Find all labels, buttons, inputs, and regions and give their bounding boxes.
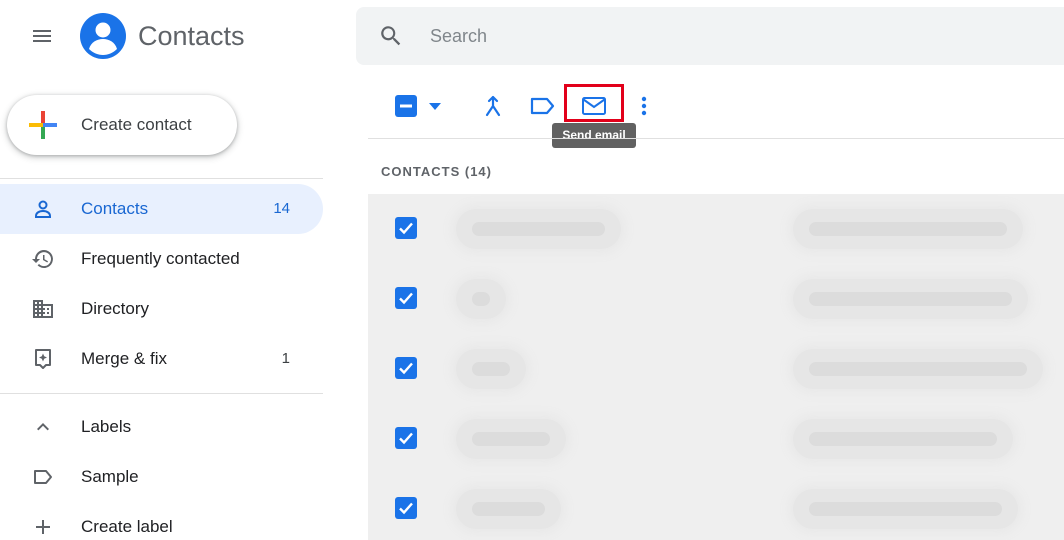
row-checkbox[interactable] (395, 497, 417, 519)
checkmark-icon (399, 502, 413, 515)
highlight-annotation-box (564, 84, 624, 122)
table-row[interactable] (368, 194, 1064, 264)
sidebar-item-merge-fix[interactable]: Merge & fix 1 (0, 334, 323, 384)
search-icon[interactable] (378, 23, 404, 49)
sidebar-divider (0, 178, 323, 179)
contacts-count-badge: 14 (273, 200, 290, 217)
checkmark-icon (399, 432, 413, 445)
row-checkbox[interactable] (395, 427, 417, 449)
redacted-name (456, 349, 526, 389)
row-checkbox[interactable] (395, 217, 417, 239)
sidebar-item-label: Contacts (81, 199, 149, 218)
main-menu-button[interactable] (18, 12, 66, 60)
merge-fix-count-badge: 1 (281, 350, 290, 367)
more-actions-button[interactable] (624, 86, 664, 126)
checkmark-icon (399, 292, 413, 305)
checkmark-icon (399, 222, 413, 235)
sidebar-item-contacts[interactable]: Contacts 14 (0, 184, 323, 234)
merge-icon (485, 95, 501, 117)
create-contact-label: Create contact (81, 115, 192, 134)
sidebar-item-label: Directory (81, 299, 150, 318)
row-checkbox[interactable] (395, 357, 417, 379)
redacted-name (456, 279, 506, 319)
table-row[interactable] (368, 474, 1064, 540)
chevron-up-icon (37, 423, 49, 431)
plus-icon (36, 520, 50, 534)
caret-down-icon (429, 103, 441, 110)
redacted-email (793, 489, 1018, 529)
create-label-button[interactable]: Create label (0, 502, 323, 540)
hamburger-menu-icon (33, 30, 51, 42)
sidebar-item-label: Frequently contacted (81, 249, 240, 268)
redacted-email (793, 419, 1013, 459)
toolbar-divider (368, 138, 1064, 139)
redacted-email (793, 279, 1028, 319)
redacted-name (456, 209, 621, 249)
sidebar-item-label: Sample (81, 467, 139, 486)
redacted-email (793, 209, 1023, 249)
checkmark-icon (399, 362, 413, 375)
create-contact-button[interactable]: Create contact (7, 95, 237, 155)
sidebar-item-directory[interactable]: Directory (0, 284, 323, 334)
redacted-name (456, 419, 566, 459)
labels-header: Labels (81, 417, 132, 436)
selection-dropdown-button[interactable] (420, 86, 450, 126)
send-email-tooltip: Send email (552, 123, 636, 148)
search-bar[interactable] (356, 7, 1064, 65)
redacted-name (456, 489, 561, 529)
building-icon (33, 300, 53, 318)
history-icon (32, 250, 53, 268)
contacts-logo-icon (80, 13, 126, 59)
search-input[interactable] (430, 21, 1030, 51)
person-icon (35, 200, 51, 218)
sidebar-item-frequently-contacted[interactable]: Frequently contacted (0, 234, 323, 284)
sidebar-item-label-sample[interactable]: Sample (0, 452, 323, 502)
sidebar-divider (0, 393, 323, 394)
contacts-list (368, 194, 1064, 540)
sidebar-item-label: Merge & fix (81, 349, 167, 368)
table-row[interactable] (368, 334, 1064, 404)
merge-fix-icon (35, 349, 51, 369)
more-vert-icon (641, 96, 647, 116)
table-row[interactable] (368, 404, 1064, 474)
colorful-plus-icon (29, 111, 57, 139)
indeterminate-checkbox-icon (395, 95, 417, 117)
label-outline-icon (530, 97, 555, 115)
app-title: Contacts (138, 21, 245, 51)
table-row[interactable] (368, 264, 1064, 334)
manage-labels-button[interactable] (523, 86, 563, 126)
row-checkbox[interactable] (395, 287, 417, 309)
label-icon (34, 470, 52, 484)
merge-button[interactable] (473, 86, 513, 126)
labels-section-toggle[interactable]: Labels (0, 402, 323, 452)
contacts-section-header: CONTACTS (14) (381, 164, 492, 179)
create-label-text: Create label (81, 517, 173, 536)
redacted-email (793, 349, 1043, 389)
